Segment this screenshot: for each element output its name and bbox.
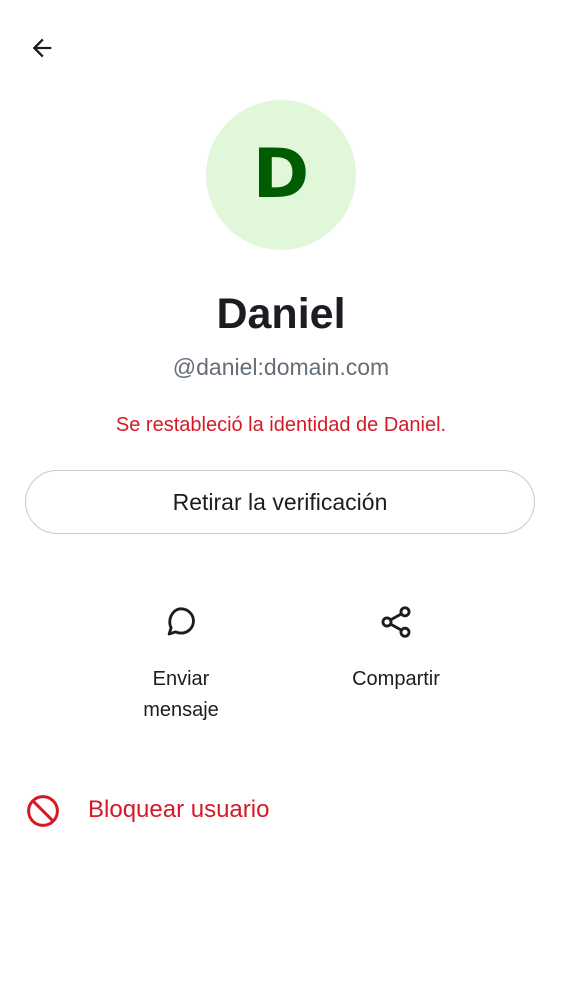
arrow-left-icon bbox=[28, 34, 56, 67]
block-icon bbox=[24, 792, 62, 830]
avatar: D bbox=[206, 100, 356, 250]
send-message-action[interactable]: Enviar mensaje bbox=[101, 600, 261, 726]
block-user-button[interactable]: Bloquear usuario bbox=[0, 782, 562, 838]
block-user-label: Bloquear usuario bbox=[88, 796, 270, 823]
identity-reset-warning: Se restableció la identidad de Daniel. bbox=[115, 414, 447, 436]
user-id: @daniel:domain.com bbox=[172, 354, 390, 380]
withdraw-verification-button[interactable]: Retirar la verificación bbox=[25, 470, 535, 534]
share-label: Compartir bbox=[352, 668, 440, 690]
display-name: Daniel bbox=[216, 290, 346, 338]
back-button[interactable] bbox=[20, 28, 64, 72]
chat-bubble-icon bbox=[159, 600, 203, 644]
send-message-label: Enviar mensaje bbox=[143, 668, 219, 721]
share-action[interactable]: Compartir bbox=[316, 600, 476, 695]
share-icon bbox=[374, 600, 418, 644]
avatar-initial: D bbox=[252, 135, 310, 214]
